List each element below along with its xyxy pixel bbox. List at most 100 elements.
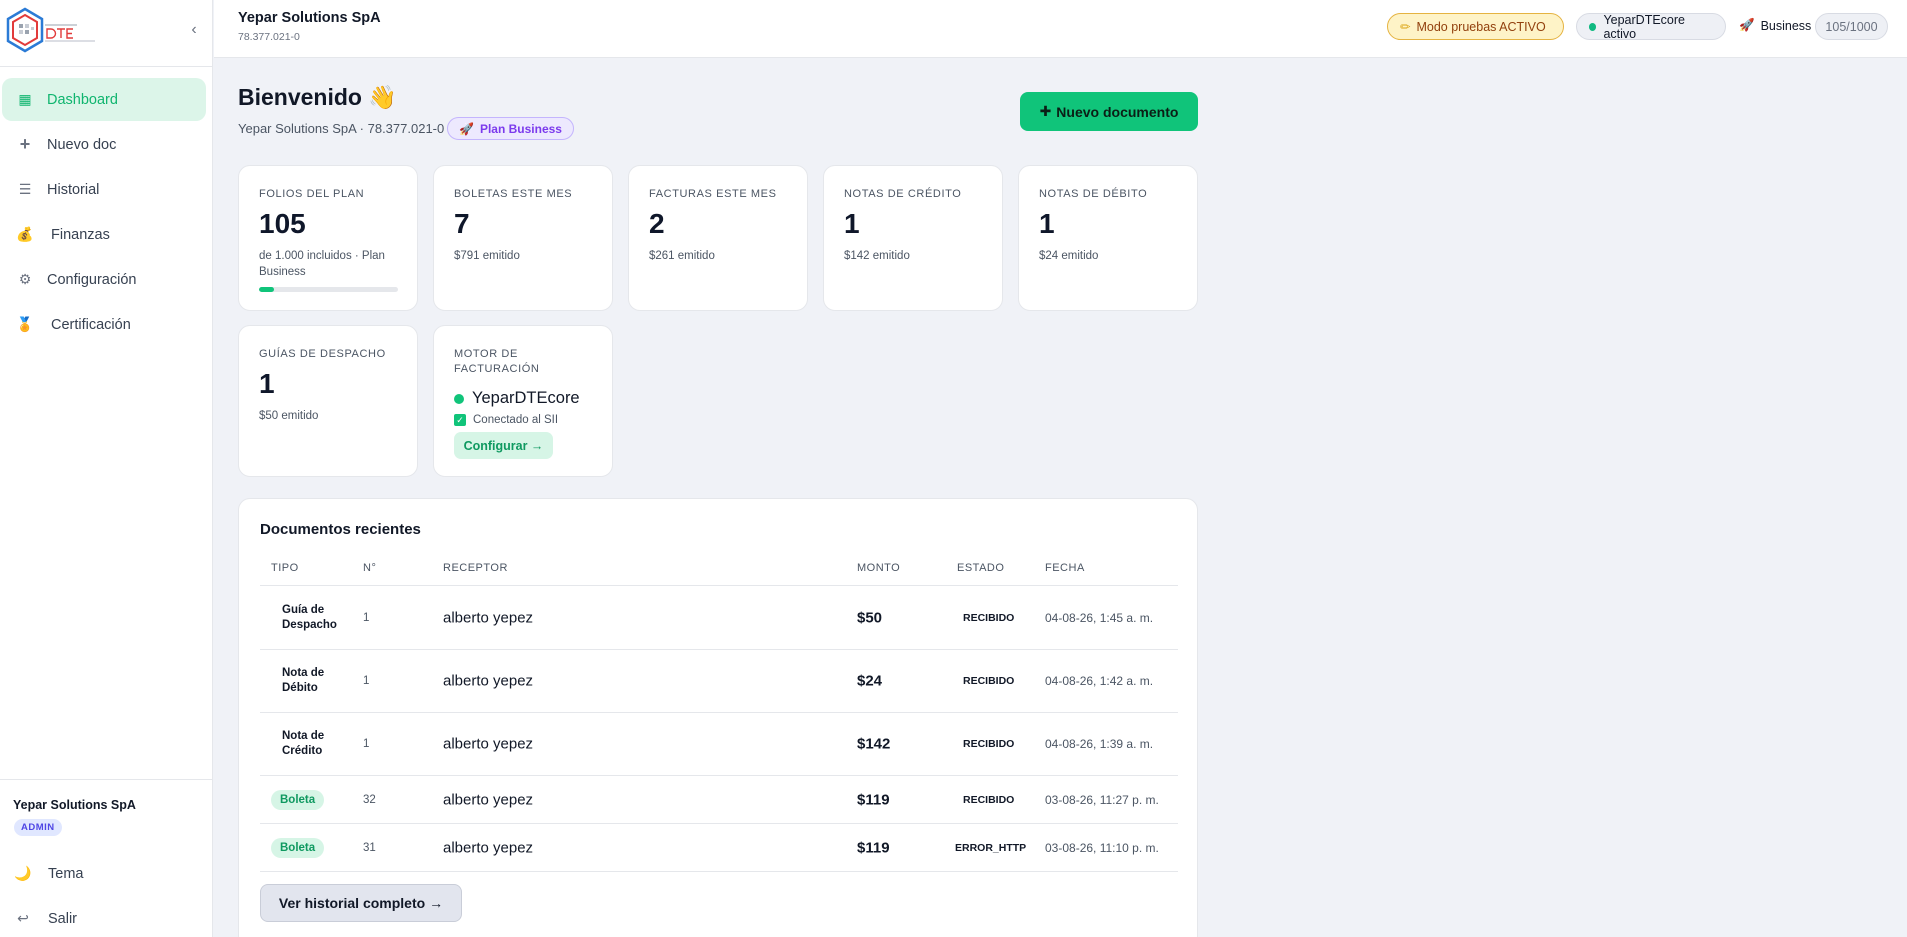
logout-label: Salir xyxy=(48,910,78,927)
col-header-number: N° xyxy=(363,562,377,574)
card-note: $791 emitido xyxy=(454,250,520,262)
sidebar-item-configuracion[interactable]: ⚙ Configuración xyxy=(2,258,206,301)
greeting-text: Bienvenido xyxy=(238,84,362,110)
table-header: TIPO N° RECEPTOR MONTO ESTADO FECHA xyxy=(260,562,1178,586)
doc-receptor: alberto yepez xyxy=(443,672,534,690)
sii-connection: ✓ Conectado al SII xyxy=(454,414,558,426)
engine-name: YeparDTEcore xyxy=(454,389,580,408)
sidebar-footer: Yepar Solutions SpA ADMIN 🌙 Tema ↩ Salir xyxy=(0,779,213,937)
table-row[interactable]: Nota de Débito 1 alberto yepez $24 RECIB… xyxy=(260,650,1178,713)
yepar-dte-logo[interactable] xyxy=(5,7,97,53)
folio-progress-bar xyxy=(259,287,398,292)
company-subtitle: Yepar Solutions SpA · 78.377.021-0 xyxy=(238,121,445,136)
folio-usage-badge: 105/1000 xyxy=(1815,13,1888,40)
test-mode-label: Modo pruebas ACTIVO xyxy=(1416,19,1546,34)
topbar: Yepar Solutions SpA 78.377.021-0 ✏ Modo … xyxy=(214,0,1907,58)
plus-icon: ✚ xyxy=(1039,103,1052,119)
card-value: 7 xyxy=(454,208,470,239)
status-dot-icon xyxy=(1589,22,1597,31)
col-header-receptor: RECEPTOR xyxy=(443,562,508,574)
medal-icon: 🏅 xyxy=(16,316,34,332)
engine-status-badge: YeparDTEcore activo xyxy=(1576,13,1726,41)
doc-number: 1 xyxy=(363,612,370,624)
col-header-amount: MONTO xyxy=(857,562,901,574)
doc-amount: $24 xyxy=(857,672,883,690)
card-label: Facturas este mes xyxy=(649,188,777,200)
card-note: de 1.000 incluidos · Plan Business xyxy=(259,250,385,278)
card-label: Motor de facturación xyxy=(454,348,540,375)
card-value: 2 xyxy=(649,208,665,239)
doc-amount: $142 xyxy=(857,735,891,753)
doc-receptor: alberto yepez xyxy=(443,791,534,808)
sii-connection-label: Conectado al SII xyxy=(473,414,559,426)
doc-type: Nota de Crédito xyxy=(282,730,325,757)
list-icon: ☰ xyxy=(18,181,32,197)
status-badge: ERROR_HTTP xyxy=(955,841,1027,854)
theme-toggle[interactable]: 🌙 Tema xyxy=(14,865,83,882)
sidebar-item-label: Configuración xyxy=(47,271,137,288)
doc-type: Nota de Débito xyxy=(282,667,325,694)
table-row[interactable]: Nota de Crédito 1 alberto yepez $142 REC… xyxy=(260,713,1178,776)
col-header-type: TIPO xyxy=(271,562,299,574)
doc-receptor: alberto yepez xyxy=(443,735,534,753)
doc-date: 04-08-26, 1:42 a. m. xyxy=(1045,674,1154,688)
moon-icon: 🌙 xyxy=(14,865,32,881)
status-badge: RECIBIDO xyxy=(963,738,1015,750)
sidebar-item-historial[interactable]: ☰ Historial xyxy=(2,168,206,211)
logout-arrow-icon: ↩ xyxy=(17,910,29,926)
engine-name-label: YeparDTEcore xyxy=(472,389,580,407)
money-bag-icon: 💰 xyxy=(16,226,34,242)
plan-badge: 🚀 Plan Business xyxy=(447,117,574,140)
table-row[interactable]: Boleta 32 alberto yepez $119 RECIBIDO 03… xyxy=(260,776,1178,824)
col-header-date: FECHA xyxy=(1045,562,1085,574)
collapse-sidebar-button[interactable]: ‹ xyxy=(186,20,202,40)
sidebar-item-label: Dashboard xyxy=(47,91,118,108)
doc-type-badge: Boleta xyxy=(271,789,325,810)
sidebar-item-nuevo-doc[interactable]: + Nuevo doc xyxy=(2,123,206,166)
sidebar-nav: ▦ Dashboard + Nuevo doc ☰ Historial 💰 Fi… xyxy=(0,78,213,348)
plan-badge-label: Plan Business xyxy=(479,121,562,136)
doc-date: 03-08-26, 11:27 p. m. xyxy=(1045,792,1159,807)
status-badge: RECIBIDO xyxy=(963,675,1015,687)
rocket-icon: 🚀 xyxy=(1739,18,1755,32)
doc-number: 32 xyxy=(363,793,376,806)
sidebar-item-dashboard[interactable]: ▦ Dashboard xyxy=(2,78,206,121)
sidebar-item-finanzas[interactable]: 💰 Finanzas xyxy=(2,213,206,256)
doc-amount: $50 xyxy=(857,609,883,627)
test-mode-badge[interactable]: ✏ Modo pruebas ACTIVO xyxy=(1387,13,1564,40)
sidebar-item-certificacion[interactable]: 🏅 Certificación xyxy=(2,303,206,346)
chevron-left-icon: ‹ xyxy=(191,21,197,38)
full-history-button[interactable]: Ver historial completo → xyxy=(260,884,462,922)
pencil-icon: ✏ xyxy=(1400,20,1411,34)
org-name: Yepar Solutions SpA xyxy=(13,798,136,812)
logout-button[interactable]: ↩ Salir xyxy=(14,910,77,927)
new-document-button[interactable]: ✚ Nuevo documento xyxy=(1020,92,1198,131)
doc-type: Guía de Despacho xyxy=(282,604,337,631)
doc-number: 31 xyxy=(363,841,376,854)
page-title: Bienvenido 👋 xyxy=(238,84,397,111)
checkbox-checked-icon: ✓ xyxy=(454,414,466,426)
status-badge: RECIBIDO xyxy=(963,612,1015,624)
card-label: Guías de despacho xyxy=(259,348,386,360)
table-row[interactable]: Guía de Despacho 1 alberto yepez $50 REC… xyxy=(260,587,1178,650)
card-note: $142 emitido xyxy=(844,250,910,262)
card-note: $24 emitido xyxy=(1039,250,1099,262)
doc-receptor: alberto yepez xyxy=(443,609,534,627)
configure-button[interactable]: Configurar → xyxy=(454,432,553,459)
card-label: Boletas este mes xyxy=(454,188,573,200)
card-notas-credito: Notas de crédito 1 $142 emitido xyxy=(823,165,1003,311)
folio-progress-fill xyxy=(259,287,274,292)
status-badge: RECIBIDO xyxy=(963,793,1015,806)
wave-icon: 👋 xyxy=(367,84,397,110)
sidebar-item-label: Finanzas xyxy=(51,226,110,243)
card-value: 1 xyxy=(844,208,860,239)
recent-documents-panel: Documentos recientes TIPO N° RECEPTOR MO… xyxy=(238,498,1198,937)
card-label: Notas de débito xyxy=(1039,188,1148,200)
rocket-icon: 🚀 xyxy=(459,121,474,136)
card-note: $50 emitido xyxy=(259,410,319,422)
table-row[interactable]: Boleta 31 alberto yepez $119 ERROR_HTTP … xyxy=(260,824,1178,872)
role-badge: ADMIN xyxy=(14,819,62,836)
doc-amount: $119 xyxy=(857,791,890,808)
logo-area: ‹ xyxy=(0,0,212,67)
card-facturas: Facturas este mes 2 $261 emitido xyxy=(628,165,808,311)
